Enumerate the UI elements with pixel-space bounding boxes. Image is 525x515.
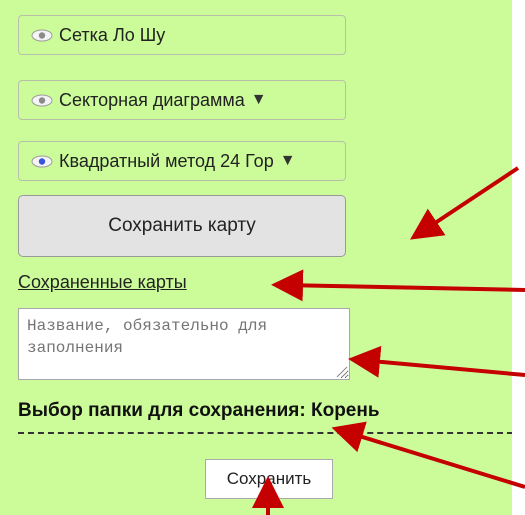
- triangle-down-icon[interactable]: ▼: [280, 153, 296, 169]
- page-edge: [512, 0, 525, 515]
- option-lo-shu-grid[interactable]: Сетка Ло Шу: [18, 15, 346, 55]
- folder-select[interactable]: Выбор папки для сохранения: Корень: [18, 400, 380, 422]
- save-map-panel: Сетка Ло Шу Секторная диаграмма ▼ Квадра…: [0, 0, 513, 515]
- option-label: Секторная диаграмма: [59, 89, 245, 110]
- eye-icon[interactable]: [31, 155, 53, 168]
- folder-select-underline: [18, 432, 513, 434]
- option-sector-diagram[interactable]: Секторная диаграмма ▼: [18, 80, 346, 120]
- resize-grip-icon[interactable]: [334, 364, 348, 378]
- option-label: Квадратный метод 24 Гор: [59, 150, 274, 171]
- save-map-button[interactable]: Сохранить карту: [18, 195, 346, 257]
- map-name-input[interactable]: [18, 308, 350, 380]
- save-button[interactable]: Сохранить: [205, 459, 333, 499]
- option-label: Сетка Ло Шу: [59, 24, 166, 45]
- eye-icon[interactable]: [31, 94, 53, 107]
- eye-icon[interactable]: [31, 29, 53, 42]
- saved-maps-link[interactable]: Сохраненные карты: [18, 272, 187, 293]
- triangle-down-icon[interactable]: ▼: [251, 92, 267, 108]
- option-square-method-24[interactable]: Квадратный метод 24 Гор ▼: [18, 141, 346, 181]
